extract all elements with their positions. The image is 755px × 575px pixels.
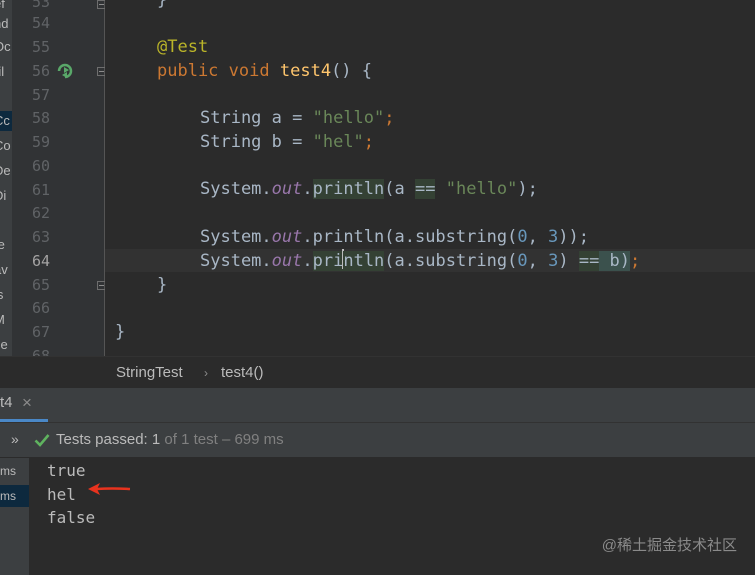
line-number: 63 [31,228,50,246]
test-status-text: Tests passed: 1 of 1 test – 699 ms [56,431,284,448]
breadcrumb-class[interactable]: StringTest [116,357,183,389]
console-line: hel [47,485,76,504]
test-tree-row[interactable]: 9 ms [0,460,29,482]
line-number: 57 [31,86,50,104]
code-line-64: System.out.println(a.substring(0, 3) == … [200,249,641,271]
line-number: 56 [31,62,50,80]
test-results-tree: 9 ms 9 ms [0,458,30,575]
line-number: 54 [31,14,50,32]
code-editor[interactable]: } @Test public void test4() { String a =… [105,0,755,356]
line-number-current: 64 [31,252,50,270]
editor-gutter [57,0,106,356]
code-line-67: } [115,322,126,342]
close-icon[interactable]: × [22,388,32,418]
breadcrumb-separator: › [204,366,208,380]
code-line-53: } [157,0,168,10]
line-number: 66 [31,299,50,317]
code-line-63: System.out.println(a.substring(0, 3)); [200,227,590,247]
expand-icon[interactable]: » [11,422,19,456]
code-line-61: System.out.println(a == "hello"); [200,179,538,199]
line-number: 53 [31,0,50,11]
line-number-gutter: 53 54 55 56 57 58 59 60 61 62 63 64 65 6… [12,0,70,365]
run-test-icon[interactable] [55,61,75,81]
line-number: 59 [31,133,50,151]
code-line-55: @Test [157,37,209,57]
line-number: 65 [31,276,50,294]
breadcrumb: StringTest › test4() [0,356,755,389]
code-line-65: } [157,275,168,295]
code-line-58: String a = "hello"; [200,108,395,128]
console-output[interactable]: true hel false [30,458,755,575]
line-number: 67 [31,323,50,341]
run-tab[interactable]: t4 × [0,388,48,422]
breadcrumb-method[interactable]: test4() [221,357,264,389]
run-tab-strip: t4 × [0,388,755,423]
run-tab-label: t4 [0,394,13,411]
test-status-bar: » Tests passed: 1 of 1 test – 699 ms [0,423,755,458]
line-number: 55 [31,38,50,56]
line-number: 62 [31,204,50,222]
check-icon [34,434,50,447]
watermark: @稀土掘金技术社区 [601,537,737,554]
line-number: 61 [31,181,50,199]
console-line: false [47,508,96,527]
line-number: 60 [31,157,50,175]
test-tree-row-selected[interactable]: 9 ms [0,485,29,507]
code-line-56: public void test4() { [157,61,373,81]
red-arrow-annotation [88,483,131,495]
line-number: 58 [31,109,50,127]
code-line-59: String b = "hel"; [200,132,375,152]
console-line: true [47,461,86,480]
